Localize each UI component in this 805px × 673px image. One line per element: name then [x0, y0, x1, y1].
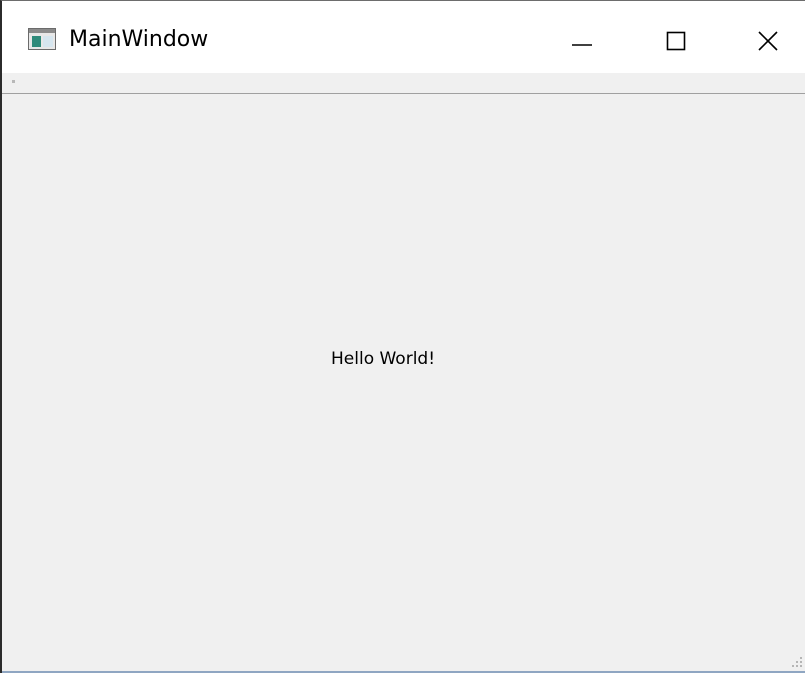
app-icon-left-pane — [32, 36, 41, 47]
hello-label: Hello World! — [331, 349, 436, 369]
title-bar[interactable]: MainWindow — [2, 1, 805, 73]
app-icon-titlebar-strip — [29, 29, 55, 33]
menu-bar — [2, 73, 805, 94]
maximize-icon — [666, 31, 686, 51]
minimize-icon — [572, 44, 592, 46]
app-window-icon[interactable] — [28, 28, 56, 50]
window-title: MainWindow — [69, 27, 209, 52]
main-window: MainWindow Hello World! — [0, 0, 805, 673]
app-icon-right-pane — [43, 36, 53, 47]
minimize-button[interactable] — [559, 19, 605, 63]
maximize-button[interactable] — [653, 19, 699, 63]
close-button[interactable] — [745, 19, 791, 63]
close-icon — [758, 31, 778, 51]
central-widget: Hello World! — [2, 94, 805, 672]
size-grip-icon[interactable] — [789, 654, 803, 668]
menu-bar-grip — [12, 80, 15, 83]
